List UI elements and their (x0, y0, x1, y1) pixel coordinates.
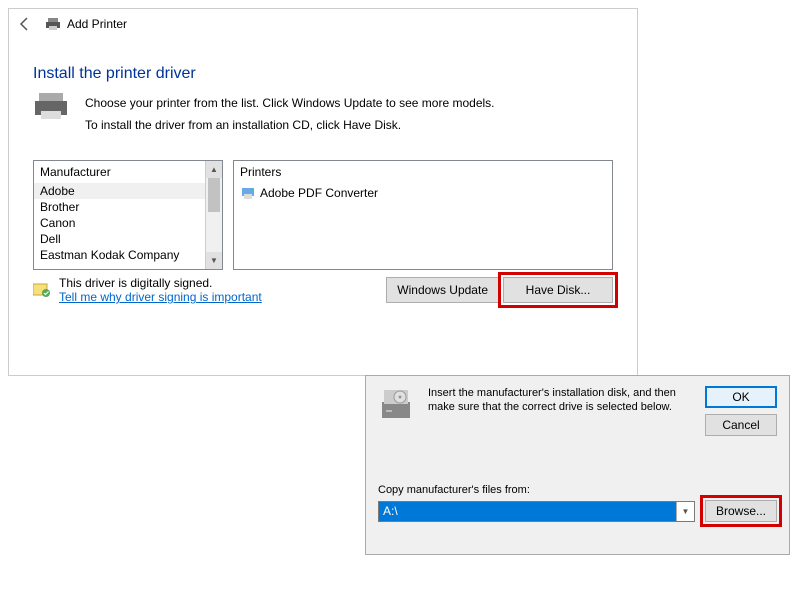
manufacturer-header: Manufacturer (34, 161, 222, 183)
scroll-up-icon[interactable]: ▲ (206, 161, 222, 178)
list-item[interactable]: Adobe (34, 183, 222, 199)
back-icon[interactable] (17, 16, 33, 32)
add-printer-window: Add Printer Install the printer driver C… (8, 8, 638, 376)
printers-header: Printers (234, 161, 612, 183)
signing-info-link[interactable]: Tell me why driver signing is important (59, 290, 262, 304)
browse-button[interactable]: Browse... (705, 500, 777, 522)
instruction-line1: Choose your printer from the list. Click… (85, 93, 495, 115)
bottom-row: This driver is digitally signed. Tell me… (33, 276, 613, 304)
windows-update-button[interactable]: Windows Update (386, 277, 499, 303)
path-value[interactable]: A:\ (379, 502, 676, 521)
list-item[interactable]: Dell (34, 231, 222, 247)
copy-from-label: Copy manufacturer's files from: (378, 484, 777, 496)
cancel-button[interactable]: Cancel (705, 414, 777, 436)
content: Install the printer driver Choose your p… (9, 39, 637, 314)
scrollbar[interactable]: ▲ ▼ (205, 161, 222, 269)
have-disk-button[interactable]: Have Disk... (503, 277, 613, 303)
scroll-down-icon[interactable]: ▼ (206, 252, 222, 269)
instructions: Choose your printer from the list. Click… (33, 93, 613, 136)
dialog-text: Insert the manufacturer's installation d… (428, 386, 705, 415)
certificate-icon (33, 283, 51, 297)
list-item[interactable]: Canon (34, 215, 222, 231)
chevron-down-icon[interactable]: ▼ (676, 502, 694, 521)
printer-item-label: Adobe PDF Converter (260, 186, 378, 200)
printer-icon (45, 16, 61, 32)
printer-large-icon (33, 93, 69, 121)
printers-listbox[interactable]: Printers Adobe PDF Converter (233, 160, 613, 270)
list-item[interactable]: Eastman Kodak Company (34, 247, 222, 263)
lists-row: Manufacturer Adobe Brother Canon Dell Ea… (33, 160, 613, 270)
titlebar: Add Printer (9, 9, 637, 39)
path-combobox[interactable]: A:\ ▼ (378, 501, 695, 522)
list-item[interactable]: Adobe PDF Converter (234, 183, 612, 203)
signing-status: This driver is digitally signed. (59, 276, 262, 290)
disk-icon (378, 386, 414, 422)
scroll-thumb[interactable] (208, 178, 220, 212)
list-item[interactable]: Brother (34, 199, 222, 215)
page-heading: Install the printer driver (33, 65, 613, 83)
window-title: Add Printer (67, 17, 127, 31)
manufacturer-listbox[interactable]: Manufacturer Adobe Brother Canon Dell Ea… (33, 160, 223, 270)
ok-button[interactable]: OK (705, 386, 777, 408)
instruction-line2: To install the driver from an installati… (85, 115, 495, 137)
printer-item-icon (240, 186, 256, 200)
install-from-disk-dialog: Insert the manufacturer's installation d… (365, 375, 790, 555)
